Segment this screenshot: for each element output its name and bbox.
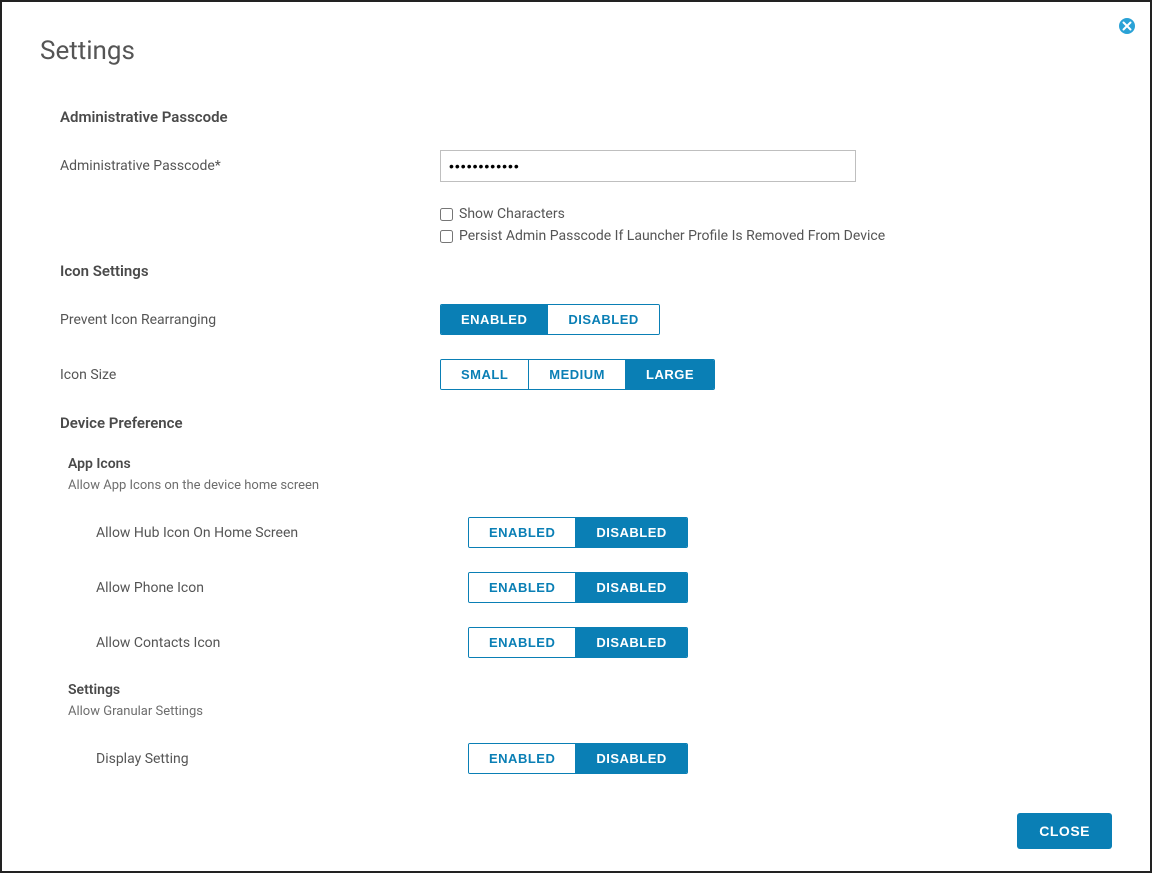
sub-app-icons-desc: Allow App Icons on the device home scree… [68, 478, 1112, 493]
admin-passcode-input[interactable] [440, 150, 856, 182]
row-icon-size: Icon Size SMALLMEDIUMLARGE [60, 359, 1112, 390]
toggle-option-enabled[interactable]: ENABLED [441, 305, 547, 334]
toggle-option-enabled[interactable]: ENABLED [469, 518, 575, 547]
icon-size-toggle: SMALLMEDIUMLARGE [440, 359, 715, 390]
persist-passcode-label: Persist Admin Passcode If Launcher Profi… [459, 228, 885, 244]
toggle-option-disabled[interactable]: DISABLED [547, 305, 658, 334]
page-title: Settings [2, 2, 1150, 86]
setting-row: Allow Contacts IconENABLEDDISABLED [60, 627, 1112, 658]
setting-row-toggle: ENABLEDDISABLED [468, 517, 688, 548]
dialog-footer: CLOSE [2, 791, 1150, 871]
settings-rows: Display SettingENABLEDDISABLED [60, 743, 1112, 774]
row-prevent-rearranging: Prevent Icon Rearranging ENABLEDDISABLED [60, 304, 1112, 335]
setting-row-toggle: ENABLEDDISABLED [468, 627, 688, 658]
show-characters-label: Show Characters [459, 206, 565, 222]
toggle-option-enabled[interactable]: ENABLED [469, 628, 575, 657]
toggle-option-disabled[interactable]: DISABLED [575, 573, 686, 602]
setting-row-label: Allow Contacts Icon [60, 635, 468, 651]
row-persist-passcode: Persist Admin Passcode If Launcher Profi… [440, 228, 1112, 244]
close-button[interactable]: CLOSE [1017, 813, 1112, 849]
close-icon[interactable] [1118, 16, 1136, 40]
toggle-option-enabled[interactable]: ENABLED [469, 744, 575, 773]
setting-row-toggle: ENABLEDDISABLED [468, 572, 688, 603]
icon-size-label: Icon Size [60, 367, 440, 383]
sub-settings-desc: Allow Granular Settings [68, 704, 1112, 719]
sub-app-icons: App Icons [68, 456, 1112, 472]
toggle-option-disabled[interactable]: DISABLED [575, 628, 686, 657]
section-admin-passcode: Administrative Passcode [60, 108, 1112, 126]
row-show-characters: Show Characters [440, 206, 1112, 222]
setting-row: Display SettingENABLEDDISABLED [60, 743, 1112, 774]
section-device-preference: Device Preference [60, 414, 1112, 432]
toggle-option-disabled[interactable]: DISABLED [575, 518, 686, 547]
prevent-rearranging-toggle: ENABLEDDISABLED [440, 304, 660, 335]
setting-row-label: Allow Phone Icon [60, 580, 468, 596]
admin-passcode-label: Administrative Passcode* [60, 158, 440, 174]
row-admin-passcode: Administrative Passcode* [60, 150, 1112, 182]
setting-row-toggle: ENABLEDDISABLED [468, 743, 688, 774]
toggle-option-large[interactable]: LARGE [625, 360, 714, 389]
app-icons-rows: Allow Hub Icon On Home ScreenENABLEDDISA… [60, 517, 1112, 658]
setting-row-label: Display Setting [60, 751, 468, 767]
setting-row: Allow Hub Icon On Home ScreenENABLEDDISA… [60, 517, 1112, 548]
persist-passcode-checkbox[interactable] [440, 230, 453, 243]
section-icon-settings: Icon Settings [60, 262, 1112, 280]
sub-settings: Settings [68, 682, 1112, 698]
toggle-option-small[interactable]: SMALL [441, 360, 528, 389]
prevent-rearranging-label: Prevent Icon Rearranging [60, 312, 440, 328]
toggle-option-disabled[interactable]: DISABLED [575, 744, 686, 773]
settings-scroll-area[interactable]: Administrative Passcode Administrative P… [2, 92, 1150, 781]
toggle-option-enabled[interactable]: ENABLED [469, 573, 575, 602]
toggle-option-medium[interactable]: MEDIUM [528, 360, 625, 389]
setting-row-label: Allow Hub Icon On Home Screen [60, 525, 468, 541]
setting-row: Allow Phone IconENABLEDDISABLED [60, 572, 1112, 603]
show-characters-checkbox[interactable] [440, 208, 453, 221]
